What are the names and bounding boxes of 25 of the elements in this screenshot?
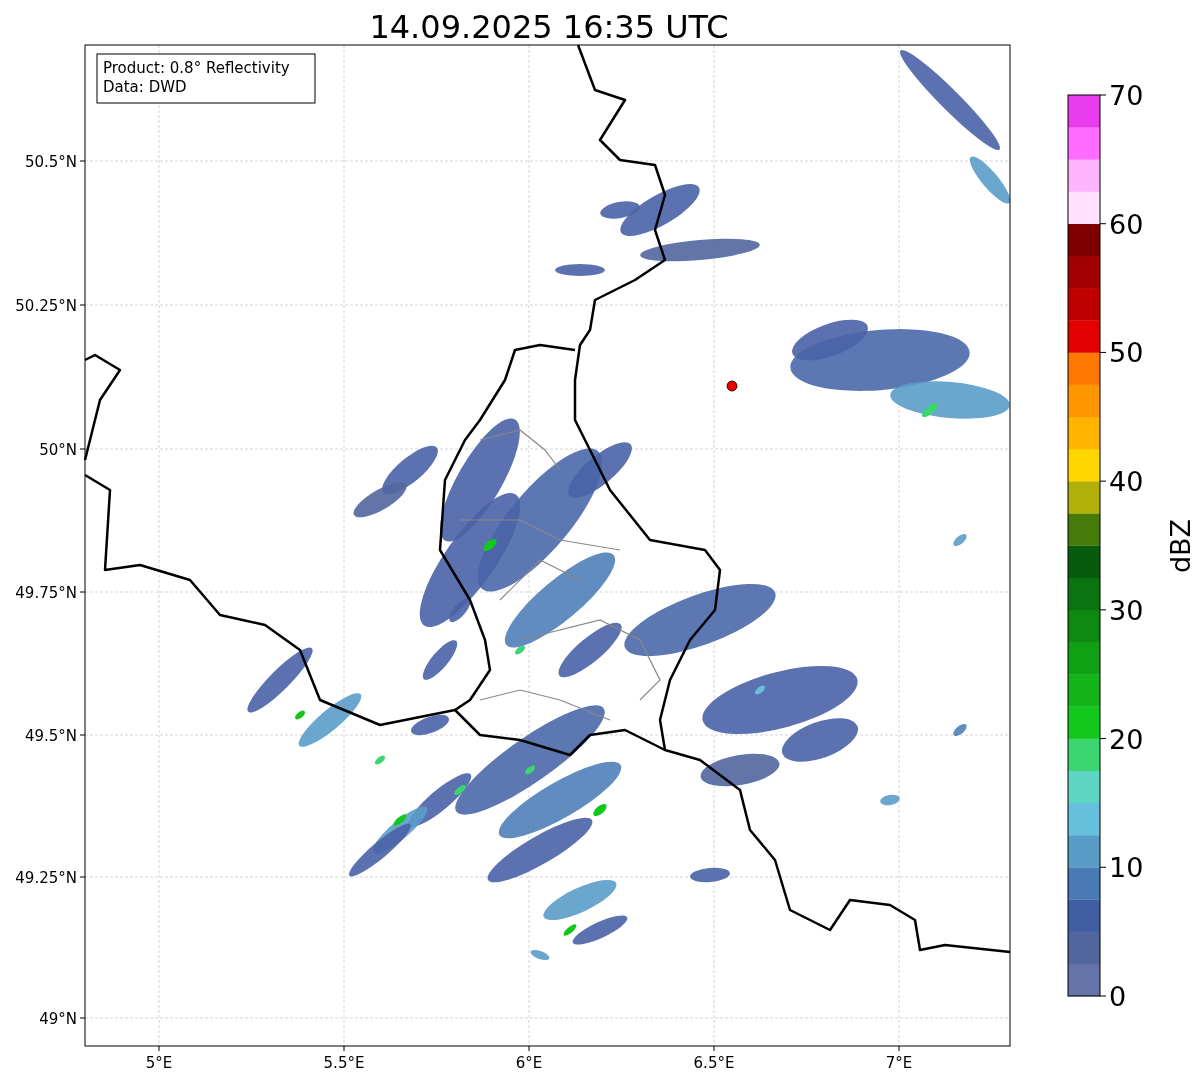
latitude-label: 50°N [39, 441, 77, 459]
info-text: Product: 0.8° Reflectivity [103, 59, 290, 77]
colorbar-tick-label: 20 [1109, 723, 1144, 755]
latitude-label: 50.5°N [24, 153, 77, 171]
radar-site-marker [726, 380, 738, 392]
colorbar-tick-label: 70 [1109, 80, 1144, 111]
latitude-label: 49.75°N [15, 584, 77, 602]
colorbar-tick-label: 0 [1109, 981, 1127, 1012]
latitude-label: 50.25°N [15, 297, 77, 315]
latitude-label: 49°N [39, 1010, 77, 1028]
longitude-label: 5.5°E [323, 1054, 365, 1072]
colorbar-tick-label: 30 [1109, 594, 1144, 626]
latitude-label: 49.5°N [24, 727, 77, 745]
colorbar-tick-label: 40 [1109, 466, 1144, 498]
longitude-label: 6°E [515, 1054, 543, 1072]
latitude-label: 49.25°N [15, 869, 77, 887]
longitude-label: 6.5°E [693, 1054, 735, 1072]
colorbar-tick-label: 60 [1109, 208, 1144, 240]
colorbar-tick-label: 10 [1109, 852, 1144, 884]
chart-title: 14.09.2025 16:35 UTC [369, 8, 729, 46]
longitude-label: 7°E [885, 1054, 913, 1072]
longitude-label: 5°E [145, 1054, 173, 1072]
info-text: Data: DWD [103, 78, 187, 96]
colorbar-tick-label: 50 [1109, 337, 1144, 369]
colorbar-label: dBZ [1165, 518, 1196, 574]
